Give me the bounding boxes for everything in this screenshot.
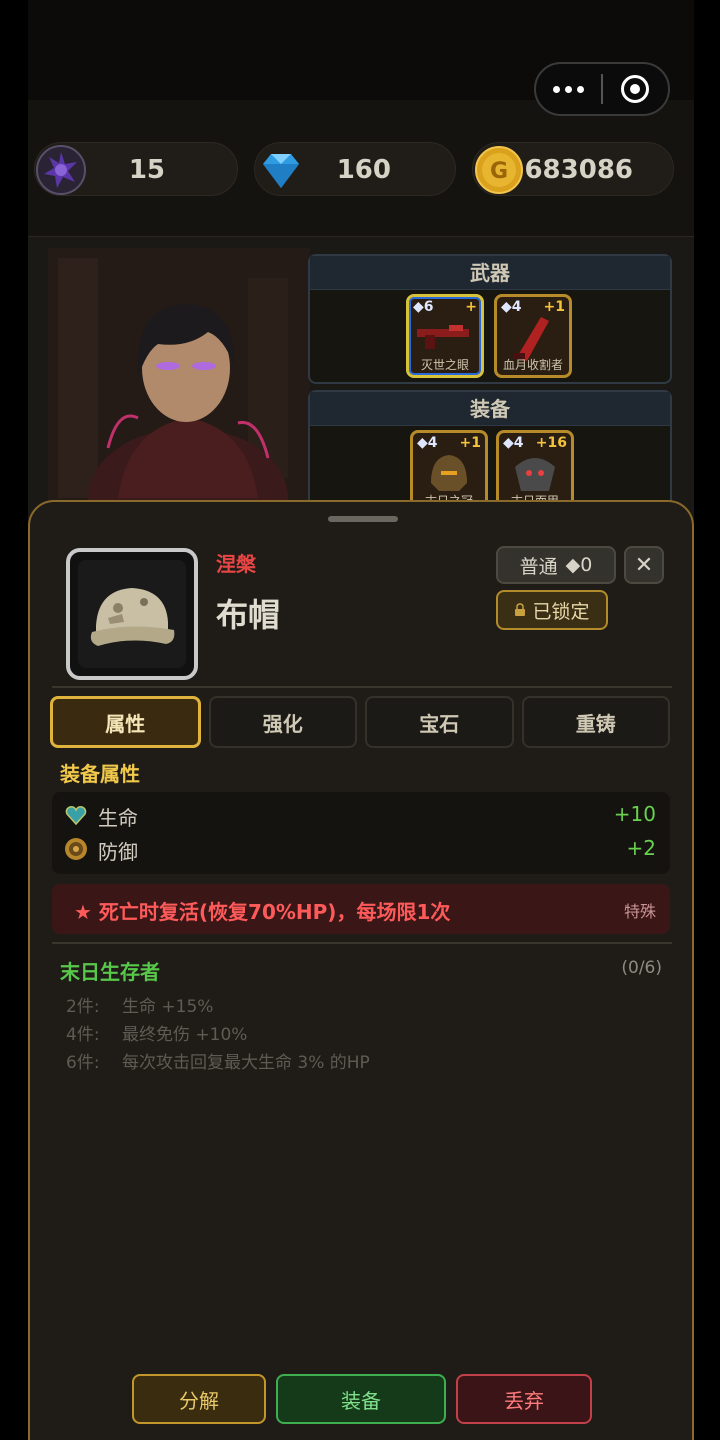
- set-bonus-6: 6件: 每次攻击回复最大生命 3% 的HP: [66, 1048, 370, 1073]
- weapon-slot-2-name: 血月收割者: [502, 358, 563, 372]
- heart-gem-icon: [65, 806, 87, 826]
- equip-button[interactable]: 装备: [276, 1374, 446, 1424]
- set-divider: [52, 942, 672, 944]
- weapon-slot-1-level: ◆6: [413, 299, 434, 315]
- more-dots-icon: [553, 85, 560, 93]
- set-bonus-count: (0/6): [621, 958, 662, 978]
- stat-defense-label: 防御: [98, 840, 138, 864]
- game-screen: 15 160 G 683086 武器 ◆6 + 灭世之眼 ◆4 +1 血月收割者…: [28, 0, 694, 1440]
- quality-value: ◆0: [565, 554, 593, 576]
- weapon-slot-1-plus: +: [465, 299, 477, 315]
- detail-tabs: 属性 强化 宝石 重铸: [50, 696, 670, 750]
- item-detail-sheet: 涅槃 布帽 普通 ◆0 ✕ 已锁定 属性 强化 宝石 重铸 装备属性 生命 +1…: [28, 500, 694, 1440]
- svg-text:G: G: [490, 159, 508, 184]
- header-divider: [52, 686, 672, 688]
- lock-label: 已锁定: [532, 600, 590, 623]
- weapons-panel: 武器 ◆6 + 灭世之眼 ◆4 +1 血月收割者: [308, 254, 672, 384]
- set-bonus-6-pieces: 6件:: [66, 1053, 100, 1073]
- dark-gem-count: 15: [128, 155, 165, 185]
- item-image-frame: [66, 548, 198, 680]
- stat-row-defense: 防御 +2: [52, 832, 670, 866]
- stats-list: 生命 +10 防御 +2: [52, 792, 670, 874]
- gear-slot-2-plus: +16: [535, 435, 567, 451]
- set-bonus-2-desc: 生命 +15%: [122, 997, 214, 1017]
- gear-slot-2-level: ◆4: [503, 435, 524, 451]
- diamond-icon: [263, 154, 299, 188]
- set-bonus-6-desc: 每次攻击回复最大生命 3% 的HP: [122, 1053, 370, 1073]
- weapon-slot-2-plus: +1: [543, 299, 565, 315]
- gold-count: 683086: [524, 155, 633, 185]
- item-name: 布帽: [216, 596, 281, 634]
- shield-coin-icon: [65, 838, 87, 860]
- currency-diamond: 160: [254, 142, 456, 196]
- sheet-drag-handle[interactable]: [328, 516, 398, 522]
- discard-button[interactable]: 丢弃: [456, 1374, 592, 1424]
- special-effect: ★ 死亡时复活(恢复70%HP)，每场限1次 特殊: [52, 884, 670, 934]
- stat-defense-value: +2: [626, 836, 656, 860]
- tab-gems[interactable]: 宝石: [365, 696, 514, 748]
- special-effect-tag: 特殊: [623, 902, 656, 921]
- dark-gem-icon: [36, 145, 86, 195]
- lock-icon: [515, 603, 526, 616]
- gear-slot-1-level: ◆4: [417, 435, 438, 451]
- quality-label: 普通: [519, 555, 558, 578]
- set-bonus-4-pieces: 4件:: [66, 1025, 100, 1045]
- weapon-slot-1[interactable]: ◆6 + 灭世之眼: [406, 294, 484, 378]
- cloth-cap-image: [78, 560, 186, 668]
- currency-gold: G 683086: [472, 142, 674, 196]
- special-effect-text: ★ 死亡时复活(恢复70%HP)，每场限1次: [74, 900, 451, 924]
- close-button[interactable]: ✕: [624, 546, 664, 584]
- currency-dark-gem: 15: [34, 142, 238, 196]
- weapons-panel-title: 武器: [310, 256, 670, 290]
- quality-badge: 普通 ◆0: [496, 546, 616, 584]
- gold-coin-icon: G: [475, 146, 523, 194]
- set-bonus-4: 4件: 最终免伤 +10%: [66, 1020, 247, 1045]
- weapon-slot-1-name: 灭世之眼: [420, 358, 469, 372]
- miniprogram-capsule: [534, 62, 670, 116]
- weapon-slot-2[interactable]: ◆4 +1 血月收割者: [494, 294, 572, 378]
- tab-reforge[interactable]: 重铸: [521, 696, 670, 748]
- set-bonus-name: 末日生存者: [60, 960, 160, 984]
- stat-hp-value: +10: [613, 802, 656, 826]
- lock-toggle-button[interactable]: 已锁定: [496, 590, 608, 630]
- item-rarity: 涅槃: [216, 552, 256, 576]
- stat-row-hp: 生命 +10: [52, 798, 670, 832]
- set-bonus-2-pieces: 2件:: [66, 997, 100, 1017]
- gear-panel-title: 装备: [310, 392, 670, 426]
- set-bonus-4-desc: 最终免伤 +10%: [122, 1025, 248, 1045]
- diamond-count: 160: [336, 155, 391, 185]
- character-illustration: [48, 248, 310, 508]
- close-miniprogram-button[interactable]: [603, 75, 668, 103]
- tab-attributes[interactable]: 属性: [50, 696, 201, 748]
- stat-hp-label: 生命: [98, 806, 138, 830]
- target-icon: [621, 75, 650, 103]
- set-bonus-2: 2件: 生命 +15%: [66, 992, 213, 1017]
- close-icon: ✕: [634, 552, 654, 578]
- character-portrait: [48, 248, 310, 508]
- more-menu-button[interactable]: [536, 85, 601, 93]
- disassemble-button[interactable]: 分解: [132, 1374, 266, 1424]
- tab-enhance[interactable]: 强化: [208, 696, 357, 748]
- attributes-title: 装备属性: [60, 762, 140, 786]
- weapon-slot-2-level: ◆4: [501, 299, 522, 315]
- gear-slot-1-plus: +1: [459, 435, 481, 451]
